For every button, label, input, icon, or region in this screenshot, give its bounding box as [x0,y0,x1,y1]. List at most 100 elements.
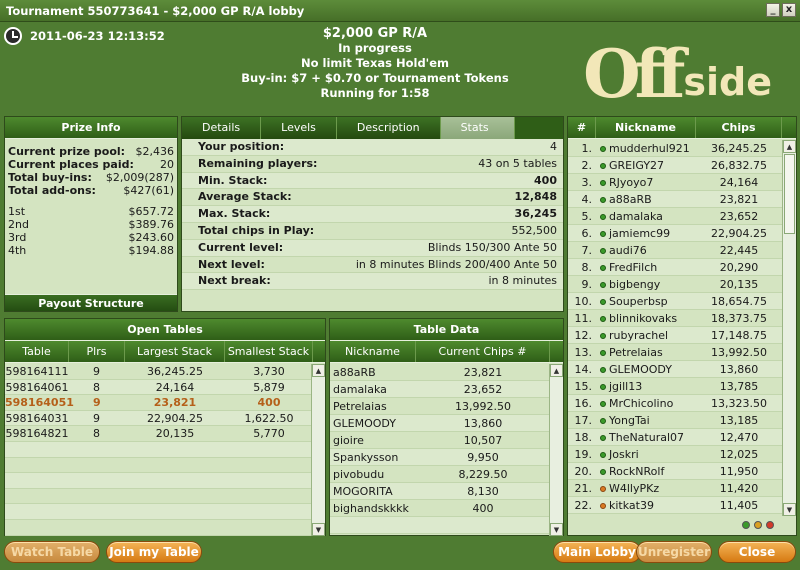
player-row[interactable]: 16. MrChicolino 13,323.50 [568,395,782,412]
player-rank: 3. [581,176,593,189]
player-row[interactable]: 8. FredFilch 20,290 [568,259,782,276]
player-row[interactable]: 6. jamiemc99 22,904.25 [568,225,782,242]
player-nick-cell: W4llyPKz [596,480,696,496]
info-tabs: Details Levels Description Stats [182,117,563,139]
player-row[interactable]: 14. GLEMOODY 13,860 [568,361,782,378]
col-table[interactable]: Table [5,341,69,362]
table-data-scrollbar[interactable]: ▲ ▼ [549,364,563,536]
buy-in: Buy-in: $7 + $0.70 or Tournament Tokens [241,71,509,85]
stat-row: Min. Stack: 400 [182,172,563,190]
col-current-chips[interactable]: Current Chips # [416,341,550,362]
scroll-up-arrow[interactable]: ▲ [550,364,563,377]
col-nickname[interactable]: Nickname [596,117,696,138]
player-chips: 11,405 [719,499,759,512]
col-nickname[interactable]: Nickname [330,341,416,362]
open-table-row[interactable]: 598164821 8 20,135 5,770 [5,426,313,442]
table-data-row[interactable]: MOGORITA 8,130 [330,483,550,500]
window-title: Tournament 550773641 - $2,000 GP R/A lob… [6,4,305,18]
table-data-row[interactable]: Spankysson 9,950 [330,449,550,466]
tab-stats[interactable]: Stats [440,117,515,139]
open-table-row[interactable]: 598164051 9 23,821 400 [5,395,313,411]
player-row[interactable]: 21. W4llyPKz 11,420 [568,480,782,497]
player-row[interactable]: 13. Petrelaias 13,992.50 [568,344,782,361]
player-row[interactable]: 1. mudderhul921 36,245.25 [568,140,782,157]
player-row[interactable]: 11. blinnikovaks 18,373.75 [568,310,782,327]
player-nickname: YongTai [609,414,650,427]
player-row[interactable]: 18. TheNatural07 12,470 [568,429,782,446]
player-row[interactable]: 22. kitkat39 11,405 [568,497,782,514]
td-chips: 8,130 [467,485,499,498]
player-row[interactable]: 7. audi76 22,445 [568,242,782,259]
payout-structure-button[interactable]: Payout Structure [5,294,177,311]
player-row[interactable]: 5. damalaka 23,652 [568,208,782,225]
scroll-down-arrow[interactable]: ▼ [312,523,325,536]
player-row[interactable]: 12. rubyrachel 17,148.75 [568,327,782,344]
stat-value: in 8 minutes [488,274,557,288]
player-row[interactable]: 17. YongTai 13,185 [568,412,782,429]
open-tables-scrollbar[interactable]: ▲ ▼ [311,364,325,536]
player-status-icon [600,452,606,458]
offside-logo: Off side [583,35,772,113]
player-chips: 13,860 [719,363,759,376]
close-window-button[interactable]: x [782,3,796,17]
tournament-name: $2,000 GP R/A [322,26,428,41]
open-table-row[interactable]: 598164061 8 24,164 5,879 [5,379,313,396]
table-largest-stack: 36,245.25 [147,365,203,378]
join-my-table-button[interactable]: Join my Table [106,541,202,563]
open-table-row[interactable]: 598164111 9 36,245.25 3,730 [5,364,313,380]
table-data-row[interactable]: bighandskkkk 400 [330,500,550,517]
tab-details[interactable]: Details [182,117,262,139]
minimize-button[interactable]: _ [766,3,780,17]
table-data-row[interactable]: damalaka 23,652 [330,381,550,398]
player-row[interactable]: 10. Souperbsp 18,654.75 [568,293,782,310]
player-status-icon [600,367,606,373]
player-nickname: RockNRolf [609,465,665,478]
player-nick-cell: damalaka [596,208,696,224]
table-data-panel: Table Data Nickname Current Chips # a88a… [329,318,564,536]
player-row[interactable]: 2. GREIGY27 26,832.75 [568,157,782,174]
col-rank[interactable]: # [568,117,596,138]
player-row[interactable]: 3. RJyoyo7 24,164 [568,174,782,191]
close-button[interactable]: Close [718,541,796,563]
player-rank: 16. [574,397,593,410]
player-row[interactable]: 19. Joskri 12,025 [568,446,782,463]
player-nickname: MrChicolino [609,397,674,410]
player-row[interactable]: 20. RockNRolf 11,950 [568,463,782,480]
tab-description[interactable]: Description [336,117,441,139]
col-chips[interactable]: Chips [696,117,782,138]
table-data-row[interactable]: pivobudu 8,229.50 [330,466,550,483]
player-rank: 18. [574,431,593,444]
table-data-row[interactable]: Petrelaias 13,992.50 [330,398,550,415]
player-nick-cell: TheNatural07 [596,429,696,445]
col-smallest-stack[interactable]: Smallest Stack [225,341,313,362]
table-data-row[interactable]: a88aRB 23,821 [330,364,550,381]
table-smallest-stack: 3,730 [253,365,285,378]
scroll-down-arrow[interactable]: ▼ [550,523,563,536]
scroll-up-arrow[interactable]: ▲ [312,364,325,377]
prize-value: 20 [160,158,174,171]
scroll-down-arrow[interactable]: ▼ [783,503,796,516]
unregister-button[interactable]: Unregister [636,541,712,563]
place-value: $389.76 [128,218,175,231]
player-rank: 21. [574,482,593,495]
td-chips: 13,992.50 [455,400,511,413]
place-label: 3rd [8,231,27,244]
col-players[interactable]: Plrs [69,341,125,362]
watch-table-button[interactable]: Watch Table [4,541,100,563]
status-dot-red [766,521,774,529]
table-data-row[interactable]: gioire 10,507 [330,432,550,449]
player-row[interactable]: 9. bigbengy 20,135 [568,276,782,293]
player-chips: 13,185 [719,414,759,427]
player-row[interactable]: 15. jgill13 13,785 [568,378,782,395]
open-table-row[interactable]: 598164031 9 22,904.25 1,622.50 [5,410,313,427]
scroll-thumb[interactable] [784,154,795,234]
main-lobby-button[interactable]: Main Lobby [553,541,641,563]
scroll-up-arrow[interactable]: ▲ [783,140,796,153]
player-row[interactable]: 4. a88aRB 23,821 [568,191,782,208]
table-data-row[interactable]: GLEMOODY 13,860 [330,415,550,432]
tab-levels[interactable]: Levels [261,117,337,139]
players-scrollbar[interactable]: ▲ ▼ [782,140,796,516]
place-row: 3rd $243.60 [8,231,174,244]
col-largest-stack[interactable]: Largest Stack [125,341,225,362]
player-status-icon [600,299,606,305]
